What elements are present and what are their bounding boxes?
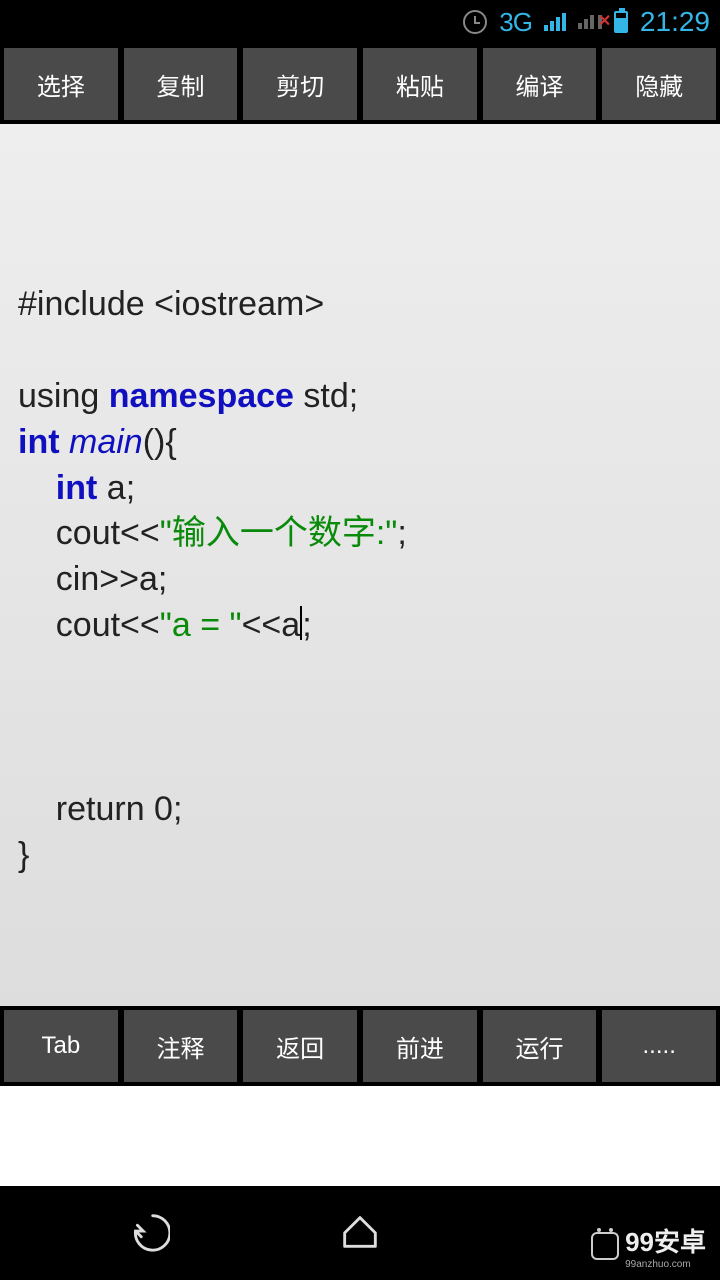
brand-url: 99anzhuo.com (625, 1259, 706, 1270)
status-bar: 3G ✕ 21:29 (0, 0, 720, 44)
bottom-toolbar: Tab 注释 返回 前进 运行 ..... (0, 1006, 720, 1086)
copy-button[interactable]: 复制 (124, 48, 238, 120)
top-toolbar: 选择 复制 剪切 粘贴 编译 隐藏 (0, 44, 720, 124)
paste-button[interactable]: 粘贴 (363, 48, 477, 120)
comment-button[interactable]: 注释 (124, 1010, 238, 1082)
watermark: 99安卓 99anzhuo.com (591, 1222, 706, 1270)
alarm-icon (463, 10, 487, 34)
network-type: 3G (499, 7, 532, 38)
more-button[interactable]: ..... (602, 1010, 716, 1082)
signal-icon (544, 13, 566, 31)
hide-button[interactable]: 隐藏 (602, 48, 716, 120)
keyboard-area (0, 1086, 720, 1186)
compile-button[interactable]: 编译 (483, 48, 597, 120)
battery-icon (614, 11, 628, 33)
tab-button[interactable]: Tab (4, 1010, 118, 1082)
signal2-icon: ✕ (578, 15, 602, 29)
code-editor[interactable]: #include <iostream> using namespace std;… (0, 124, 720, 1006)
redo-button[interactable]: 前进 (363, 1010, 477, 1082)
brand-name: 99安卓 (625, 1227, 706, 1257)
run-button[interactable]: 运行 (483, 1010, 597, 1082)
back-icon[interactable] (124, 1208, 170, 1259)
cut-button[interactable]: 剪切 (243, 48, 357, 120)
clock: 21:29 (640, 6, 710, 38)
select-button[interactable]: 选择 (4, 48, 118, 120)
code-content: #include <iostream> using namespace std;… (18, 140, 702, 879)
home-icon[interactable] (337, 1208, 383, 1259)
undo-button[interactable]: 返回 (243, 1010, 357, 1082)
system-nav-bar: 99安卓 99anzhuo.com (0, 1186, 720, 1280)
robot-icon (591, 1232, 619, 1260)
